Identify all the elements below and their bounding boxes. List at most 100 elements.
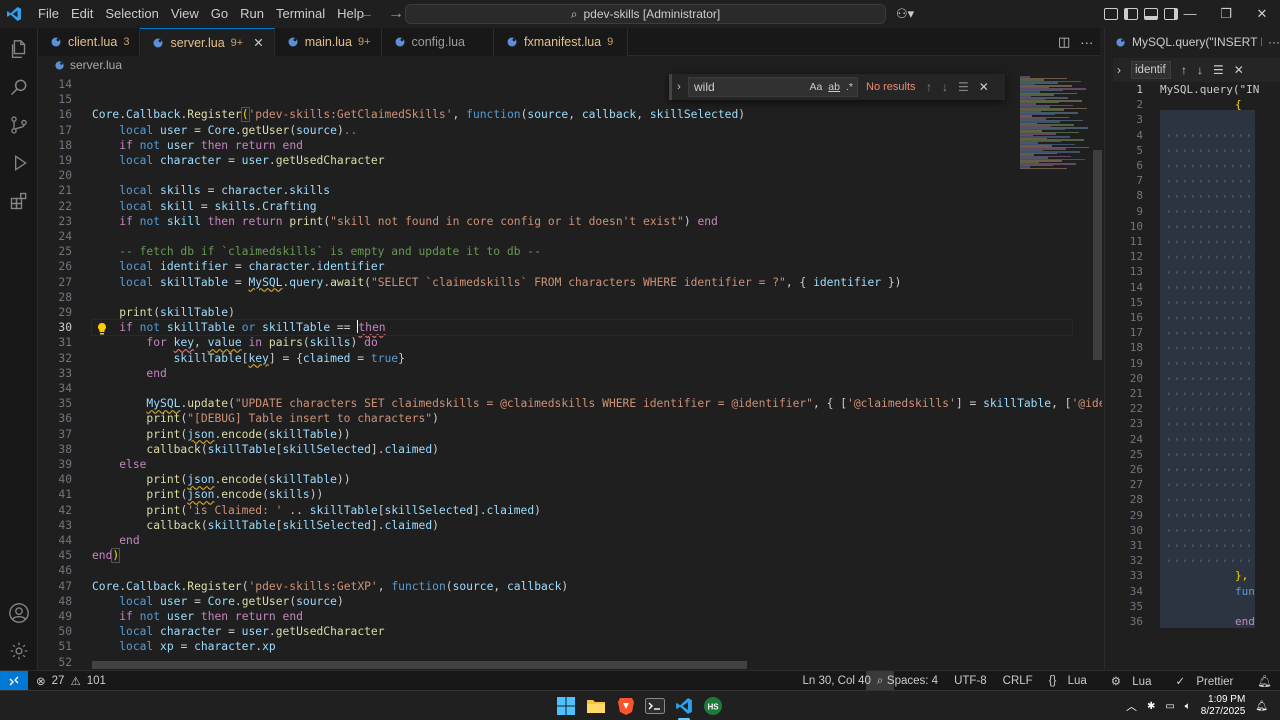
remote-icon[interactable] xyxy=(0,670,28,691)
next-match-icon[interactable]: ↓ xyxy=(942,80,948,94)
menu-run[interactable]: Run xyxy=(234,0,270,28)
line-number: 43 xyxy=(58,518,72,532)
indentation[interactable]: Spaces: 4 xyxy=(879,675,946,687)
side-line-number: 36 xyxy=(1129,615,1143,628)
problems-indicator[interactable]: ⊗ 27 ⚠ 101 xyxy=(36,674,106,688)
file-explorer-icon[interactable] xyxy=(584,694,608,718)
line-number: 48 xyxy=(58,594,72,608)
show-hidden-icons-icon[interactable]: ︿ xyxy=(1126,698,1137,714)
lua-extension[interactable]: ⚙ Lua xyxy=(1103,674,1168,688)
find-in-selection-icon[interactable]: ☰ xyxy=(958,80,969,94)
toggle-replace-icon[interactable]: › xyxy=(672,81,686,93)
prettier[interactable]: ✓ Prettier xyxy=(1167,674,1249,688)
language-mode[interactable]: {} Lua xyxy=(1041,675,1103,687)
windows-start-icon[interactable] xyxy=(554,694,578,718)
accounts-icon[interactable] xyxy=(0,594,38,632)
close-find-icon[interactable]: ✕ xyxy=(979,80,989,94)
match-word-toggle[interactable]: ab xyxy=(828,81,840,93)
previous-match-icon[interactable]: ↑ xyxy=(926,80,932,94)
line-number: 19 xyxy=(58,154,72,167)
breadcrumb-file[interactable]: server.lua xyxy=(70,58,122,72)
encoding[interactable]: UTF-8 xyxy=(946,675,995,687)
run-debug-icon[interactable] xyxy=(0,144,38,182)
secondary-editor-group: MySQL.query("INSERT INTO ··· › identif ↑… xyxy=(1104,28,1280,670)
tab-main-lua[interactable]: main.lua 9+ xyxy=(274,28,382,56)
close-tab-icon[interactable]: ✕ xyxy=(253,35,263,50)
minimize-icon[interactable]: — xyxy=(1172,0,1208,28)
close-window-icon[interactable]: ✕ xyxy=(1244,0,1280,28)
forward-arrow-icon[interactable]: → xyxy=(388,5,404,23)
code-line: local skillTable = MySQL.query.await("SE… xyxy=(119,275,902,289)
code-editor[interactable]: 14 15 16 17 18 19 20 21 22 23 24 25 26 27 28 29 30 31 32 33… xyxy=(38,74,1102,670)
minimap[interactable] xyxy=(1016,74,1102,670)
bluetooth-icon[interactable]: ✱ xyxy=(1147,701,1155,712)
source-control-icon[interactable] xyxy=(0,106,38,144)
side-line-number: 20 xyxy=(1129,371,1143,385)
command-center[interactable]: ⌕ pdev-skills [Administrator] xyxy=(405,4,886,24)
match-case-toggle[interactable]: Aa xyxy=(809,81,822,93)
tab-config-lua[interactable]: config.lua xyxy=(381,28,495,56)
code-area[interactable]: Core.Callback.Register('pdev-skills:GetC… xyxy=(91,74,1102,670)
toggle-panel-icon[interactable] xyxy=(1144,8,1158,20)
menu-go[interactable]: Go xyxy=(205,0,234,28)
notification-center-icon[interactable]: 🔔︎ xyxy=(1255,701,1268,712)
side-find-input[interactable]: identif xyxy=(1131,61,1171,79)
side-line-number: 25 xyxy=(1129,447,1143,461)
menu-edit[interactable]: Edit xyxy=(65,0,99,28)
end-of-line[interactable]: CRLF xyxy=(995,675,1041,687)
lua-file-icon xyxy=(153,38,163,47)
more-actions-icon[interactable]: ··· xyxy=(1080,35,1093,50)
find-input[interactable]: wild Aa ab .* xyxy=(688,77,858,97)
next-match-icon[interactable]: ↓ xyxy=(1197,63,1203,77)
restore-icon[interactable]: ❐ xyxy=(1208,0,1244,28)
tab-client-lua[interactable]: client.lua 3 xyxy=(38,28,141,56)
menu-terminal[interactable]: Terminal xyxy=(270,0,331,28)
extensions-icon[interactable] xyxy=(0,182,38,220)
vscode-taskbar-icon[interactable] xyxy=(672,694,696,718)
tab-server-lua[interactable]: server.lua 9+ ✕ xyxy=(140,28,275,56)
regex-toggle[interactable]: .* xyxy=(846,81,853,93)
side-tab[interactable]: MySQL.query("INSERT INTO ··· xyxy=(1105,28,1280,56)
tab-fxmanifest-lua[interactable]: fxmanifest.lua 9 xyxy=(494,28,629,56)
code-line: local character = user.getUsedCharacter xyxy=(119,625,385,639)
notifications-bell-icon[interactable]: 🔔︎ xyxy=(1249,674,1280,688)
vertical-scrollbar[interactable] xyxy=(1093,150,1102,360)
brave-browser-icon[interactable] xyxy=(614,694,638,718)
toggle-replace-icon[interactable]: › xyxy=(1117,63,1121,77)
terminal-icon[interactable] xyxy=(643,694,667,718)
hs-app-icon[interactable]: HS xyxy=(701,694,725,718)
editor-tabs: client.lua 3 server.lua 9+ ✕ main.lua 9+… xyxy=(38,28,1100,56)
display-icon[interactable]: ▭ xyxy=(1165,701,1174,712)
lua-file-icon xyxy=(51,37,61,47)
side-line-number: 29 xyxy=(1129,508,1143,522)
more-actions-icon[interactable]: ··· xyxy=(1268,35,1280,49)
line-number: 49 xyxy=(58,610,72,623)
copilot-icon[interactable]: ⚇▾ xyxy=(896,6,914,22)
find-in-selection-icon[interactable]: ☰ xyxy=(1213,63,1224,77)
cursor-position[interactable]: Ln 30, Col 40 xyxy=(794,675,878,687)
side-line-number: 3 xyxy=(1136,113,1143,127)
volume-icon[interactable]: 🔈︎ xyxy=(1185,701,1191,712)
menu-file[interactable]: File xyxy=(32,0,65,28)
toggle-primary-sidebar-icon[interactable] xyxy=(1124,8,1138,20)
menu-view[interactable]: View xyxy=(165,0,205,28)
code-line: local skill = skills.Crafting xyxy=(119,199,317,213)
settings-gear-icon[interactable] xyxy=(0,632,38,670)
clock[interactable]: 1:09 PM 8/27/2025 xyxy=(1201,694,1246,718)
search-view-icon[interactable] xyxy=(0,68,38,106)
explorer-icon[interactable] xyxy=(0,30,38,68)
activity-bar xyxy=(0,28,38,670)
customize-layout-icon[interactable] xyxy=(1104,8,1118,20)
menu-selection[interactable]: Selection xyxy=(99,0,164,28)
line-number-gutter: 14 15 16 17 18 19 20 21 22 23 24 25 26 27 28 29 30 31 32 33… xyxy=(38,74,88,670)
line-number: 46 xyxy=(58,564,72,578)
code-line: callback(skillTable[skillSelected].claim… xyxy=(146,442,439,456)
code-line: for key, value in pairs(skills) do xyxy=(146,336,378,350)
svg-text:HS: HS xyxy=(707,703,719,712)
back-arrow-icon[interactable]: ← xyxy=(358,5,374,23)
split-editor-icon[interactable]: ◫ xyxy=(1058,34,1070,50)
close-find-icon[interactable]: ✕ xyxy=(1234,63,1244,77)
line-number: 32 xyxy=(58,351,72,365)
horizontal-scrollbar[interactable] xyxy=(92,661,747,669)
previous-match-icon[interactable]: ↑ xyxy=(1181,63,1187,77)
